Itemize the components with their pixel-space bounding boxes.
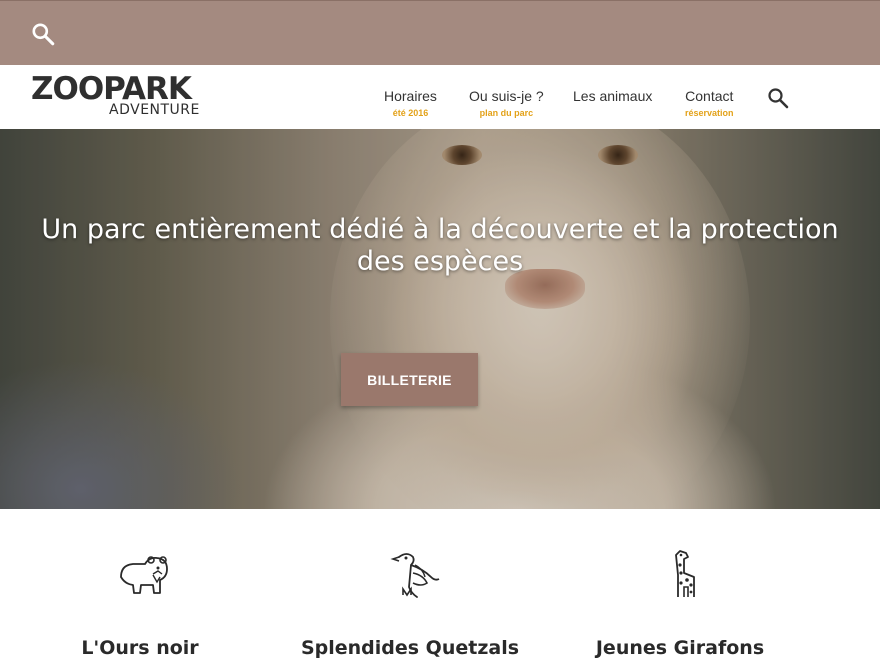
zoopark-logo[interactable]: ZOOPARK ADVENTURE <box>31 72 211 120</box>
features-section: L'Ours noir Splendides Quetzals Jeunes G… <box>0 509 880 660</box>
logo-wordmark: ZOOPARK <box>31 71 192 107</box>
feature-card[interactable]: Splendides Quetzals <box>270 509 550 660</box>
nav-item-sublabel: été 2016 <box>392 108 429 118</box>
nav-item-ou-suis-je[interactable]: Ou suis-je ? plan du parc <box>469 87 544 119</box>
nav-item-sublabel: plan du parc <box>479 108 534 118</box>
nav-item-label: Horaires <box>384 88 437 104</box>
billeterie-button[interactable]: BILLETERIE <box>341 353 478 406</box>
feature-card[interactable]: L'Ours noir <box>0 509 280 660</box>
nav-item-label: Contact <box>685 88 734 104</box>
logo-tagline: ADVENTURE <box>109 102 200 118</box>
giraffe-icon <box>675 550 695 597</box>
feature-card[interactable]: Jeunes Girafons <box>540 509 820 660</box>
nav-item-horaires[interactable]: Horaires été 2016 <box>384 87 437 119</box>
hero-banner: Un parc entièrement dédié à la découvert… <box>0 129 880 509</box>
bird-icon <box>390 553 440 598</box>
bear-icon <box>120 556 168 594</box>
main-navbar: ZOOPARK ADVENTURE Horaires été 2016 Ou s… <box>0 65 880 129</box>
nav-item-label: Les animaux <box>573 88 653 104</box>
hero-title: Un parc entièrement dédié à la découvert… <box>41 214 839 277</box>
feature-title: L'Ours noir <box>81 637 199 659</box>
top-bar <box>0 0 880 65</box>
search-icon[interactable] <box>30 21 56 47</box>
nav-item-les-animaux[interactable]: Les animaux <box>573 87 652 105</box>
nav-item-sublabel: réservation <box>685 108 734 118</box>
nav-item-label: Ou suis-je ? <box>469 88 544 104</box>
nav-item-contact[interactable]: Contact réservation <box>685 87 734 119</box>
feature-title: Jeunes Girafons <box>595 637 765 659</box>
feature-title: Splendides Quetzals <box>300 637 520 659</box>
search-icon[interactable] <box>766 86 790 110</box>
